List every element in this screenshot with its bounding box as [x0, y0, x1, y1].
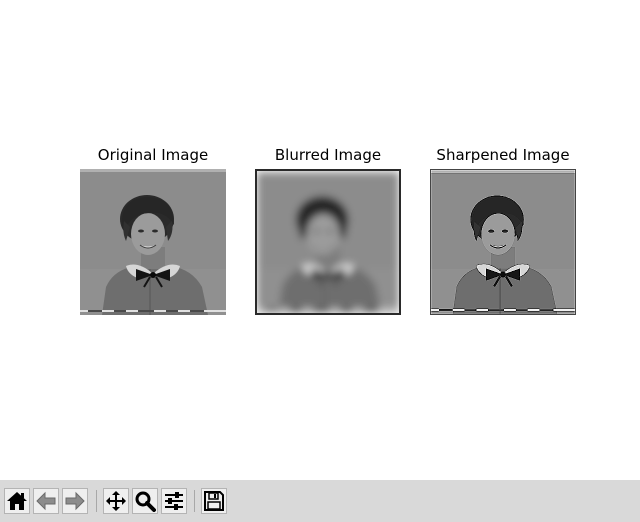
save-button[interactable]	[201, 488, 227, 514]
sharpened-image	[430, 169, 576, 315]
pan-move-icon	[106, 491, 126, 511]
home-icon	[7, 492, 27, 510]
forward-arrow-icon	[65, 491, 85, 511]
forward-button[interactable]	[62, 488, 88, 514]
subplot-title: Original Image	[97, 146, 209, 164]
configure-subplots-icon	[165, 492, 183, 510]
subplot-title: Blurred Image	[274, 146, 382, 164]
blurred-image	[255, 169, 401, 315]
save-figure-icon	[204, 491, 224, 511]
navigation-toolbar	[0, 480, 640, 522]
configure-subplots-button[interactable]	[161, 488, 187, 514]
subplot-title: Sharpened Image	[436, 146, 570, 164]
figure-canvas: Original Image Blurred Image Sharpened I…	[0, 0, 640, 480]
original-image	[80, 169, 226, 315]
pan-button[interactable]	[103, 488, 129, 514]
toolbar-separator	[96, 490, 97, 512]
back-button[interactable]	[33, 488, 59, 514]
back-arrow-icon	[36, 491, 56, 511]
zoom-button[interactable]	[132, 488, 158, 514]
zoom-magnifier-icon	[135, 491, 156, 512]
home-button[interactable]	[4, 488, 30, 514]
toolbar-separator	[194, 490, 195, 512]
